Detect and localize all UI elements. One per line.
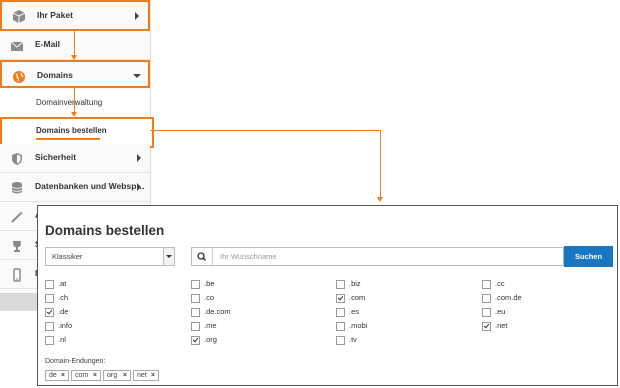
remove-tag-icon[interactable]: × — [93, 372, 97, 379]
envelope-icon — [10, 41, 24, 51]
tld-label: .org — [204, 335, 217, 344]
tld-checkbox[interactable] — [336, 336, 345, 345]
wand-icon — [11, 211, 24, 223]
tld-tag: com × — [71, 370, 101, 381]
remove-tag-icon[interactable]: × — [61, 372, 65, 379]
page-title: Domains bestellen — [45, 223, 165, 238]
tld-checkbox[interactable] — [45, 294, 54, 303]
shield-icon — [12, 153, 22, 165]
sidebar-item-domains[interactable]: Domains — [0, 60, 150, 88]
database-icon — [11, 182, 23, 194]
select-value: Klassiker — [52, 252, 83, 261]
active-underline — [36, 138, 100, 140]
tld-checkbox[interactable] — [45, 336, 54, 345]
sidebar-item-datenbanken[interactable]: Datenbanken und Websp… — [0, 173, 150, 202]
tld-tag-label: com — [75, 372, 89, 379]
trophy-icon — [13, 241, 21, 252]
sidebar-item-ihr-paket[interactable]: Ihr Paket — [0, 0, 150, 31]
tld-label: .info — [58, 321, 73, 330]
tld-tag-label: de — [49, 372, 57, 379]
tld-checkbox[interactable] — [191, 294, 200, 303]
chevron-right-icon — [135, 12, 139, 20]
domain-endings-label: Domain-Endungen: — [45, 358, 106, 365]
tld-tag-label: net — [137, 372, 147, 379]
sidebar-subitem-label: Domainverwaltung — [36, 98, 103, 107]
tld-label: .nl — [58, 335, 66, 344]
tld-label: .com — [349, 293, 366, 302]
tld-checkbox[interactable] — [45, 322, 54, 331]
connector-line — [74, 31, 75, 57]
sidebar-item-label: Ihr Paket — [37, 10, 73, 20]
domain-search-box — [191, 247, 564, 266]
sidebar-item-sicherheit[interactable]: Sicherheit — [0, 144, 150, 173]
tld-checkbox[interactable] — [482, 280, 491, 289]
tld-label: .eu — [495, 307, 506, 316]
tld-label: .tv — [349, 335, 357, 344]
tld-checkbox[interactable] — [191, 336, 200, 345]
sidebar-item-label: Datenbanken und Websp… — [35, 181, 145, 191]
tld-tag-label: org — [107, 372, 118, 379]
tld-checkbox[interactable] — [191, 280, 200, 289]
chevron-right-icon — [137, 183, 141, 191]
globe-icon — [13, 71, 25, 83]
mobile-icon — [13, 268, 21, 282]
caret-down-icon — [166, 255, 172, 258]
tld-checkbox[interactable] — [336, 322, 345, 331]
tld-tag: de × — [45, 370, 69, 381]
tld-checkbox[interactable] — [45, 308, 54, 317]
search-icon — [197, 248, 213, 265]
select-toggle[interactable] — [163, 248, 174, 265]
tld-tag: net × — [133, 370, 159, 381]
search-button[interactable]: Suchen — [564, 246, 613, 267]
tld-checkbox[interactable] — [482, 294, 491, 303]
remove-tag-icon[interactable]: × — [151, 372, 155, 379]
connector-arrowhead — [377, 197, 383, 202]
sidebar-subitem-label: Domains bestellen — [36, 126, 107, 135]
chevron-down-icon — [133, 74, 141, 78]
connector-arrowhead — [71, 112, 77, 117]
domain-order-panel: Domains bestellen Klassiker Suchen .at .b… — [37, 205, 618, 386]
tld-label: .ch — [58, 293, 69, 302]
package-icon — [12, 10, 26, 23]
tld-checkbox[interactable] — [45, 280, 54, 289]
tld-label: .de — [58, 307, 69, 316]
chevron-right-icon — [137, 154, 141, 162]
connector-line — [74, 88, 75, 114]
tld-label: .be — [204, 279, 215, 288]
sidebar-item-label: Domains — [37, 70, 73, 80]
connector-line — [150, 130, 381, 131]
sidebar-item-label: Sicherheit — [35, 152, 77, 162]
tld-label: .net — [495, 321, 508, 330]
tld-tag: org × — [103, 370, 131, 381]
tld-label: .es — [349, 307, 360, 316]
remove-tag-icon[interactable]: × — [123, 372, 127, 379]
tld-label: .de.com — [204, 307, 231, 316]
tld-label: .at — [58, 279, 67, 288]
tld-checkbox[interactable] — [191, 308, 200, 317]
tld-checkbox[interactable] — [336, 280, 345, 289]
tld-label: .co — [204, 293, 215, 302]
tld-label: .biz — [349, 279, 361, 288]
domain-search-input[interactable] — [220, 250, 550, 263]
tld-label: .me — [204, 321, 217, 330]
sidebar-item-label: E-Mail — [35, 39, 61, 49]
tld-category-select[interactable]: Klassiker — [45, 247, 175, 266]
tld-label: .com.de — [495, 293, 522, 302]
tld-label: .cc — [495, 279, 505, 288]
tld-checkbox[interactable] — [482, 322, 491, 331]
tld-label: .mobi — [349, 321, 368, 330]
connector-arrowhead — [71, 55, 77, 60]
tld-checkbox[interactable] — [336, 294, 345, 303]
tld-checkbox[interactable] — [482, 308, 491, 317]
tld-checkbox[interactable] — [191, 322, 200, 331]
connector-line — [380, 130, 381, 198]
tld-checkbox[interactable] — [336, 308, 345, 317]
